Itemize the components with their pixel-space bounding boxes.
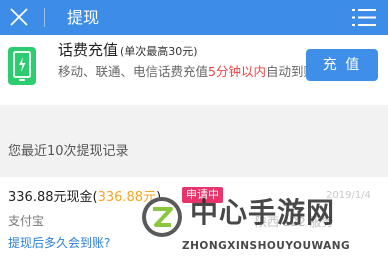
header-divider <box>44 8 45 27</box>
recharge-desc-text: 移动、联通、电信话费充值 <box>58 64 209 79</box>
close-icon[interactable] <box>8 6 30 28</box>
watermark-english-text: ZHONGXINSHOUYOUWANG <box>182 240 351 252</box>
site-watermark: 中心手游网 ZHONGXINSHOUYOUWANG <box>140 188 388 260</box>
history-section-label: 您最近10次提现记录 <box>8 144 129 159</box>
record-amount: 336.88元现金(336.88元) <box>8 186 161 205</box>
arrival-time-help-link[interactable]: 提现后多久会到账? <box>8 234 110 251</box>
recharge-title: 话费充值 <box>58 41 119 59</box>
recharge-subtitle: (单次最高30元) <box>120 45 198 58</box>
recharge-button[interactable]: 充 值 <box>306 49 378 81</box>
recharge-desc-highlight: 5分钟以内 <box>208 64 266 79</box>
phone-recharge-card: 话费充值 (单次最高30元) 移动、联通、电信话费充值5分钟以内自动到账 充 值 <box>0 35 388 105</box>
list-menu-icon[interactable] <box>352 8 376 27</box>
recharge-heading: 话费充值 (单次最高30元) <box>58 40 198 60</box>
recharge-description: 移动、联通、电信话费充值5分钟以内自动到账 <box>58 62 328 81</box>
record-amount-text: 336.88元现金( <box>8 190 98 205</box>
record-channel: 支付宝 <box>8 214 45 228</box>
watermark-chinese-text: 中心手游网 <box>190 196 336 229</box>
top-bar: 提现 <box>0 0 388 35</box>
page-title: 提现 <box>67 8 100 27</box>
phone-icon <box>8 47 36 85</box>
z-logo-icon <box>142 197 182 237</box>
